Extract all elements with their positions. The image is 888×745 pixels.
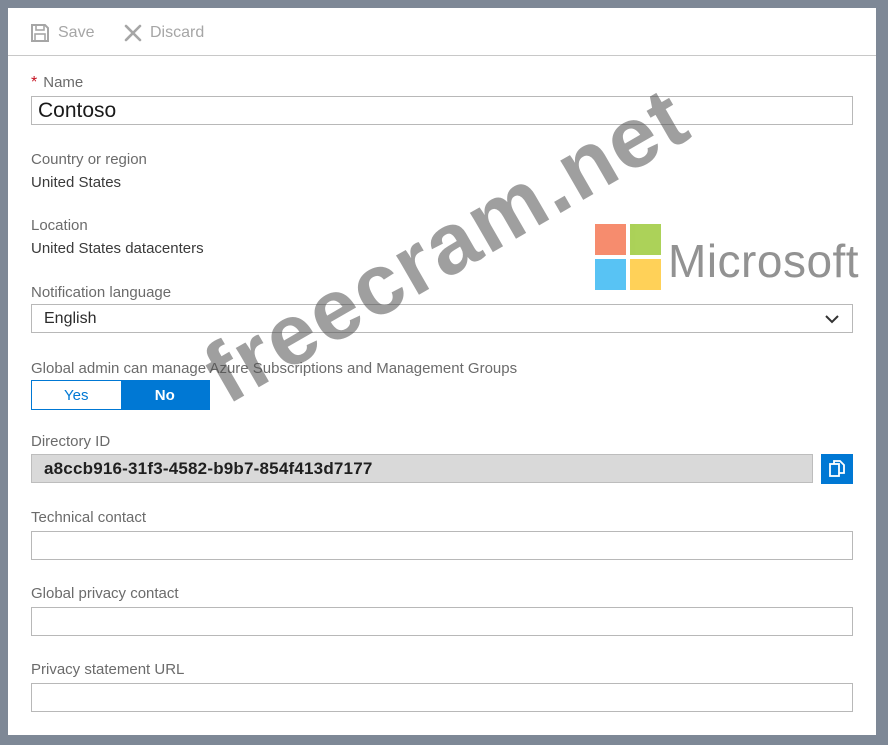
technical-contact-input[interactable] [31,531,853,560]
name-input[interactable] [31,96,853,125]
name-label-text: Name [43,74,84,91]
logo-square-green [630,224,661,255]
discard-label: Discard [150,24,205,41]
country-value: United States [31,174,122,191]
location-value: United States datacenters [31,240,204,257]
copy-button[interactable] [821,454,853,484]
name-label: * Name [31,74,83,92]
global-admin-label: Global admin can manage Azure Subscripti… [31,360,518,377]
notification-language-label: Notification language [31,284,172,301]
command-bar: Save Discard [8,8,876,56]
location-label: Location [31,217,88,234]
save-icon [31,24,49,42]
global-privacy-contact-label: Global privacy contact [31,585,179,602]
logo-square-red [595,224,626,255]
save-button[interactable]: Save [30,22,94,44]
toggle-yes-option[interactable]: Yes [32,381,121,409]
country-label: Country or region [31,151,147,168]
logo-square-blue [595,259,626,290]
privacy-statement-url-input[interactable] [31,683,853,712]
save-label: Save [58,24,95,41]
directory-properties-panel: Save Discard * Name Country or region Uni… [8,8,876,735]
directory-id-field: a8ccb916-31f3-4582-b9b7-854f413d7177 [31,454,813,483]
global-privacy-contact-input[interactable] [31,607,853,636]
microsoft-logo-icon [595,224,663,292]
watermark-brand: Microsoft [668,235,860,287]
copy-icon [829,460,845,477]
logo-square-yellow [630,259,661,290]
global-admin-toggle: Yes No [31,380,210,410]
notification-language-select[interactable]: English [31,304,853,333]
privacy-statement-url-label: Privacy statement URL [31,661,185,678]
directory-id-label: Directory ID [31,433,111,450]
notification-language-value: English [44,309,97,327]
chevron-down-icon [825,315,839,324]
required-marker: * [31,74,38,91]
discard-button[interactable]: Discard [124,22,204,44]
technical-contact-label: Technical contact [31,509,147,526]
close-icon [124,24,142,42]
toggle-no-option[interactable]: No [120,381,209,409]
